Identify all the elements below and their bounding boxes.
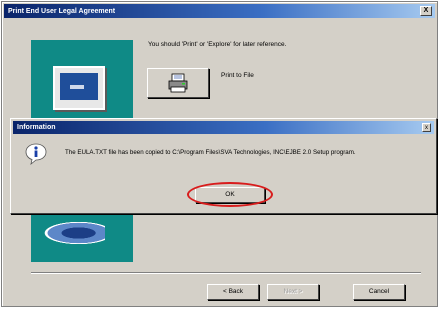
dialog-close-button[interactable]: x [422, 123, 431, 132]
title-bar: Print End User Legal Agreement X [4, 4, 435, 18]
separator [31, 272, 421, 274]
print-label: Print to File [221, 72, 254, 79]
cancel-button[interactable]: Cancel [353, 284, 405, 300]
dialog-title: Information [17, 124, 56, 131]
instruction-text: You should 'Print' or 'Explore' for late… [148, 41, 287, 48]
print-button[interactable] [147, 68, 209, 98]
window-close-button[interactable]: X [420, 6, 432, 16]
monitor-icon [53, 66, 105, 110]
window-title: Print End User Legal Agreement [8, 7, 116, 15]
info-icon [25, 143, 47, 165]
next-button[interactable]: Next > [267, 284, 319, 300]
dialog-message: The EULA.TXT file has been copied to C:\… [65, 149, 356, 156]
dialog-title-bar: Information x [13, 121, 434, 134]
back-button[interactable]: < Back [207, 284, 259, 300]
disc-icon [39, 220, 105, 246]
information-dialog: Information x The EULA.TXT file has been… [10, 118, 437, 214]
printer-icon [168, 73, 188, 93]
ok-highlight-circle [187, 182, 273, 207]
